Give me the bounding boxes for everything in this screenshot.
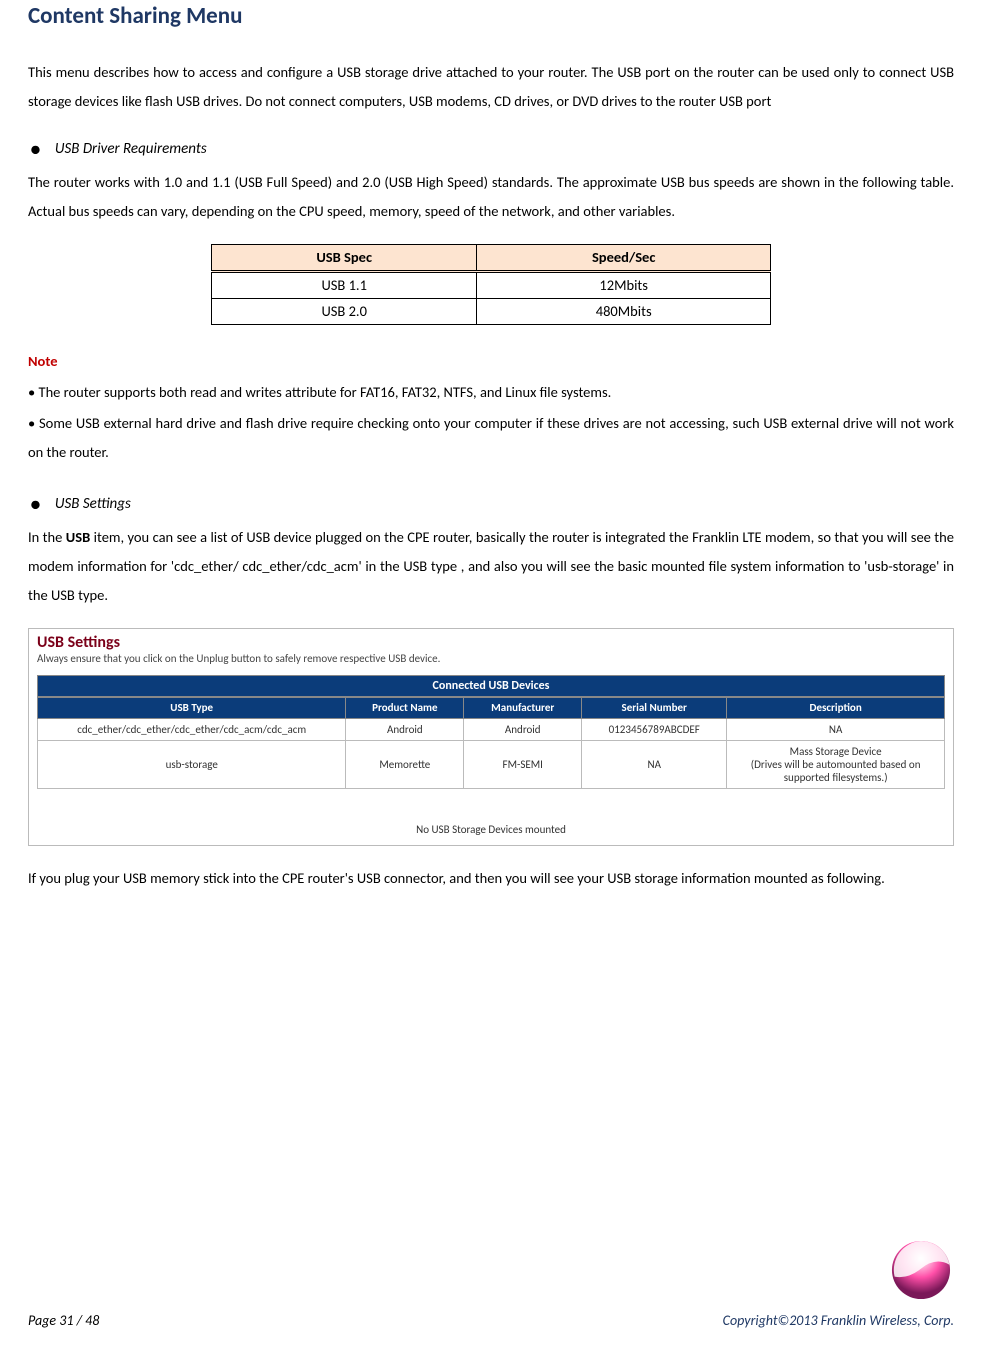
franklin-logo-icon	[888, 1237, 954, 1303]
page-footer: Page 31 / 48 Copyright©2013 Franklin Wir…	[28, 1307, 954, 1335]
cell: 0123456789ABCDEF	[582, 718, 727, 740]
post-shot-paragraph: If you plug your USB memory stick into t…	[28, 864, 954, 893]
table-row: cdc_ether/cdc_ether/cdc_ether/cdc_acm/cd…	[38, 718, 945, 740]
cell: 12Mbits	[477, 272, 771, 299]
cell: Android	[464, 718, 582, 740]
th-speed: Speed/Sec	[477, 245, 771, 272]
th: Manufacturer	[464, 698, 582, 718]
bullet-icon: ●	[30, 495, 41, 513]
cell: usb-storage	[38, 740, 346, 789]
cell: NA	[582, 740, 727, 789]
section-heading: USB Driver Requirements	[55, 134, 207, 164]
text: item, you can see a list of USB device p…	[28, 528, 954, 604]
cell: Android	[346, 718, 464, 740]
connected-devices-table: USB Type Product Name Manufacturer Seria…	[37, 697, 945, 789]
section-heading: USB Settings	[55, 489, 131, 519]
cell: Memorette	[346, 740, 464, 789]
th: Product Name	[346, 698, 464, 718]
cell: NA	[727, 718, 945, 740]
footer-page: Page 31 / 48	[28, 1307, 99, 1335]
section-usb-settings: ● USB Settings	[28, 489, 954, 519]
th-usb-spec: USB Spec	[212, 245, 477, 272]
th: Description	[727, 698, 945, 718]
cell: FM-SEMI	[464, 740, 582, 789]
cell: cdc_ether/cdc_ether/cdc_ether/cdc_acm/cd…	[38, 718, 346, 740]
shot-subtitle: Always ensure that you click on the Unpl…	[29, 652, 953, 675]
section-usb-driver-req: ● USB Driver Requirements	[28, 134, 954, 164]
note-item: • Some USB external hard drive and flash…	[28, 409, 954, 467]
usb-spec-table: USB Spec Speed/Sec USB 1.1 12Mbits USB 2…	[211, 244, 771, 325]
note-item: • The router supports both read and writ…	[28, 378, 954, 407]
usb-settings-screenshot: USB Settings Always ensure that you clic…	[28, 628, 954, 846]
sec2-body: In the USB item, you can see a list of U…	[28, 523, 954, 610]
cell: USB 2.0	[212, 298, 477, 324]
footer-copyright: Copyright©2013 Franklin Wireless, Corp.	[723, 1307, 954, 1335]
no-mount-message: No USB Storage Devices mounted	[29, 797, 953, 844]
bold-usb: USB	[66, 528, 90, 546]
text: In the	[28, 528, 66, 546]
shot-title: USB Settings	[29, 629, 953, 652]
shot-section-bar: Connected USB Devices	[37, 675, 945, 697]
intro-paragraph: This menu describes how to access and co…	[28, 58, 954, 116]
cell: USB 1.1	[212, 272, 477, 299]
cell: Mass Storage Device (Drives will be auto…	[727, 740, 945, 789]
bullet-icon: ●	[30, 140, 41, 158]
th: Serial Number	[582, 698, 727, 718]
note-label: Note	[28, 347, 954, 376]
page-title: Content Sharing Menu	[28, 0, 954, 32]
sec1-body: The router works with 1.0 and 1.1 (USB F…	[28, 168, 954, 226]
table-row: USB 2.0 480Mbits	[212, 298, 771, 324]
th: USB Type	[38, 698, 346, 718]
table-row: usb-storage Memorette FM-SEMI NA Mass St…	[38, 740, 945, 789]
cell: 480Mbits	[477, 298, 771, 324]
table-row: USB 1.1 12Mbits	[212, 272, 771, 299]
